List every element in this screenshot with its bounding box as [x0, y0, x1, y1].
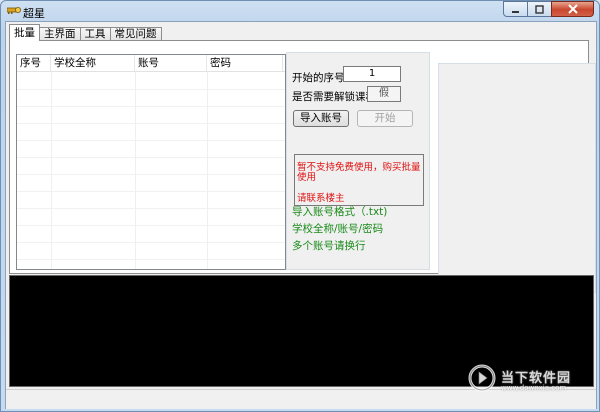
list-row-line	[17, 123, 285, 124]
list-row-line	[17, 242, 285, 243]
watermark-logo-icon	[468, 364, 496, 392]
format-example: 学校全称/账号/密码	[292, 223, 384, 235]
unlock-course-input[interactable]: 假	[367, 86, 401, 102]
key-icon	[7, 7, 21, 14]
tab-strip: 批量 主界面 工具 常见问题	[9, 24, 162, 41]
watermark-url: www.downxia.com	[501, 384, 567, 392]
list-column-line	[51, 72, 52, 269]
close-icon	[567, 4, 578, 14]
list-body	[17, 72, 285, 269]
column-header-index[interactable]: 序号	[17, 55, 51, 71]
tab-faq[interactable]: 常见问题	[109, 27, 162, 41]
list-row-line	[17, 259, 285, 260]
tab-tools[interactable]: 工具	[79, 27, 111, 41]
list-row-line	[17, 157, 285, 158]
list-row-line	[17, 106, 285, 107]
import-accounts-button[interactable]: 导入账号	[293, 110, 349, 127]
column-header-password[interactable]: 密码	[207, 55, 283, 71]
start-index-input[interactable]: 1	[343, 66, 401, 82]
list-column-line	[207, 72, 208, 269]
list-column-line	[135, 72, 136, 269]
start-button[interactable]: 开始	[357, 110, 413, 127]
minimize-icon	[512, 10, 519, 13]
close-button[interactable]	[551, 1, 594, 17]
list-row-line	[17, 89, 285, 90]
format-title: 导入账号格式（.txt)	[292, 206, 388, 218]
maximize-icon	[535, 4, 544, 14]
maximize-button[interactable]	[527, 1, 552, 17]
list-row-line	[17, 191, 285, 192]
list-row-line	[17, 208, 285, 209]
notice-line-1: 暂不支持免费使用，购买批量使用	[297, 162, 421, 183]
window-title: 超星	[23, 7, 45, 20]
title-bar[interactable]: 超星	[1, 1, 599, 21]
list-row-line	[17, 174, 285, 175]
watermark: 当下软件园 www.downxia.com	[467, 363, 587, 393]
list-row-line	[17, 225, 285, 226]
minimize-button[interactable]	[503, 1, 528, 17]
list-row-line	[17, 140, 285, 141]
account-list[interactable]: 序号 学校全称 账号 密码	[16, 54, 286, 270]
multi-line-hint: 多个账号请换行	[292, 240, 366, 252]
client-area: 批量 主界面 工具 常见问题 序号 学校全称 账号 密码 开始的序号： 1 是否…	[5, 21, 597, 409]
column-header-account[interactable]: 账号	[135, 55, 207, 71]
tab-batch[interactable]: 批量	[9, 24, 40, 41]
column-header-school[interactable]: 学校全称	[51, 55, 135, 71]
right-panel	[438, 63, 596, 293]
app-window: 超星 批量 主界面 工具 常见问题 序号 学校全称 账号 密码 开始的序号： 1…	[0, 0, 600, 412]
list-header: 序号 学校全称 账号 密码	[17, 55, 285, 72]
notice-box: 暂不支持免费使用，购买批量使用 请联系楼主	[294, 154, 424, 206]
tab-main[interactable]: 主界面	[39, 27, 81, 41]
notice-line-2: 请联系楼主	[297, 193, 345, 204]
